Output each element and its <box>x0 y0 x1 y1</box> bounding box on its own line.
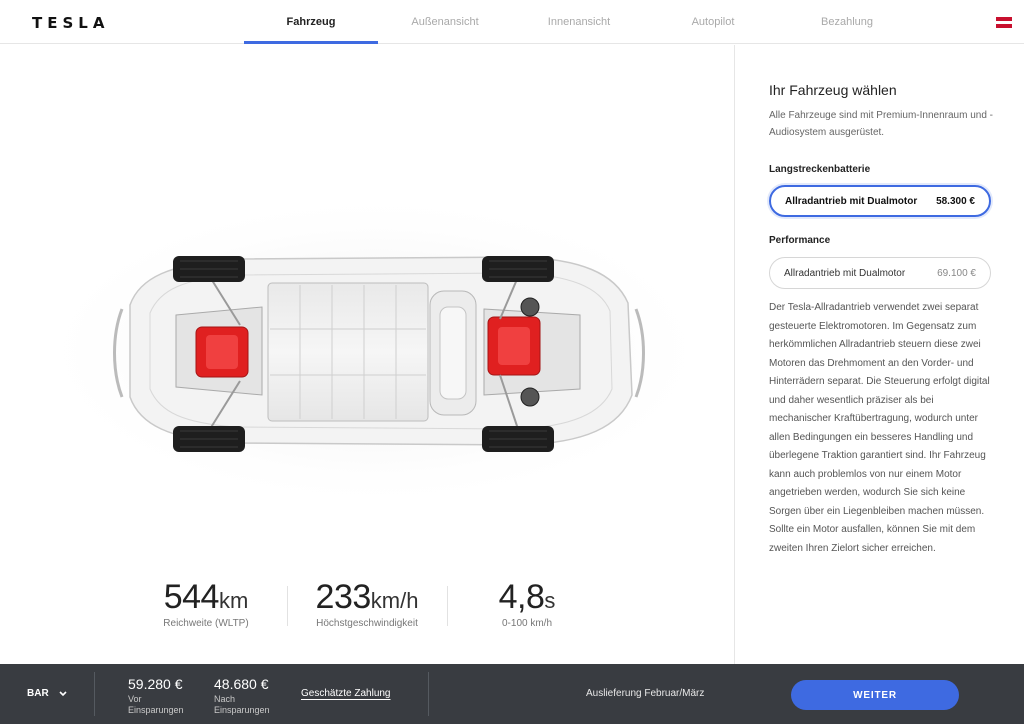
top-header: TESLA Fahrzeug Außenansicht Innenansicht… <box>0 0 1024 44</box>
spec-acceleration: 4,8s 0-100 km/h <box>462 578 592 629</box>
tesla-logo[interactable]: TESLA <box>32 14 109 32</box>
price-before-savings: 59.280 € Vor Einsparungen <box>128 676 192 716</box>
estimated-payment-link[interactable]: Geschätzte Zahlung <box>301 688 391 699</box>
tab-bezahlung[interactable]: Bezahlung <box>780 0 914 44</box>
tab-fahrzeug[interactable]: Fahrzeug <box>244 0 378 44</box>
tab-aussenansicht[interactable]: Außenansicht <box>378 0 512 44</box>
spec-range-label: Reichweite (WLTP) <box>163 618 249 629</box>
option-name: Allradantrieb mit Dualmotor <box>785 195 918 207</box>
payment-type-select[interactable]: BAR <box>27 688 67 699</box>
configuration-panel: Ihr Fahrzeug wählen Alle Fahrzeuge sind … <box>734 45 1024 664</box>
price-after-caption: Nach Einsparungen <box>214 694 270 715</box>
spec-speed-unit: km/h <box>370 588 419 613</box>
panel-title: Ihr Fahrzeug wählen <box>769 82 897 98</box>
footer-divider <box>428 672 429 716</box>
spec-range-value: 544 <box>163 578 220 616</box>
car-chassis-illustration <box>30 191 720 511</box>
config-tabs: Fahrzeug Außenansicht Innenansicht Autop… <box>244 0 914 44</box>
flag-stripe-bottom <box>996 24 1012 29</box>
spec-speed-label: Höchstgeschwindigkeit <box>316 618 418 629</box>
spec-accel-label: 0-100 km/h <box>501 618 553 629</box>
option-performance-dual-motor[interactable]: Allradantrieb mit Dualmotor 69.100 € <box>769 257 991 289</box>
spec-divider <box>447 586 448 626</box>
option-price: 58.300 € <box>936 195 975 207</box>
payment-type-value: BAR <box>27 688 49 699</box>
spec-accel-unit: s <box>544 588 556 613</box>
summary-footer: BAR 59.280 € Vor Einsparungen 48.680 € N… <box>0 664 1024 724</box>
spec-range: 544km Reichweite (WLTP) <box>140 578 272 629</box>
chevron-down-icon <box>59 690 67 696</box>
spec-divider <box>287 586 288 626</box>
price-after-amount: 48.680 € <box>214 676 269 692</box>
price-before-caption: Vor Einsparungen <box>128 694 184 715</box>
option-price: 69.100 € <box>937 267 976 279</box>
spec-range-unit: km <box>218 588 249 613</box>
group-label-long-range: Langstreckenbatterie <box>769 164 871 175</box>
spec-accel-value: 4,8 <box>498 578 545 616</box>
option-name: Allradantrieb mit Dualmotor <box>784 267 906 279</box>
footer-divider <box>94 672 95 716</box>
tab-autopilot[interactable]: Autopilot <box>646 0 780 44</box>
tab-innenansicht[interactable]: Innenansicht <box>512 0 646 44</box>
group-label-performance: Performance <box>769 235 831 246</box>
price-after-savings: 48.680 € Nach Einsparungen <box>214 676 278 716</box>
price-before-amount: 59.280 € <box>128 676 183 692</box>
spec-top-speed: 233km/h Höchstgeschwindigkeit <box>292 578 442 629</box>
next-button[interactable]: WEITER <box>791 680 959 710</box>
drivetrain-description: Der Tesla-Allradantrieb verwendet zwei s… <box>769 302 990 554</box>
region-flag-icon[interactable] <box>996 17 1012 29</box>
vehicle-stage <box>0 45 734 664</box>
option-long-range-dual-motor[interactable]: Allradantrieb mit Dualmotor 58.300 € <box>769 185 991 217</box>
spec-speed-value: 233 <box>315 578 372 616</box>
delivery-estimate: Auslieferung Februar/März <box>586 688 705 699</box>
panel-subtitle: Alle Fahrzeuge sind mit Premium-Innenrau… <box>769 110 993 138</box>
